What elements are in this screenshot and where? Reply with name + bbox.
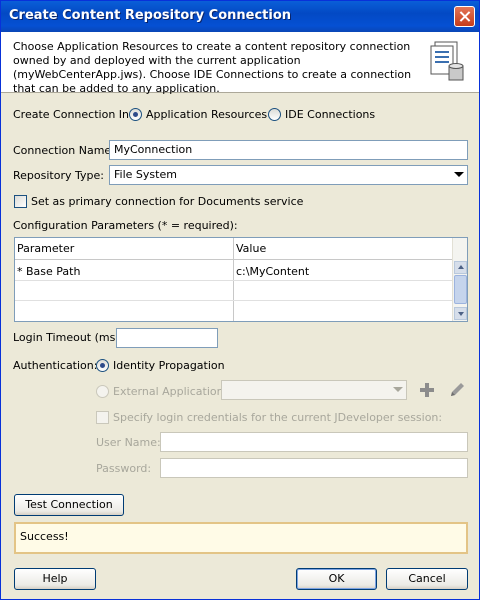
external-application-radio[interactable] (96, 385, 109, 398)
config-params-table[interactable]: Parameter Value * Base Path c:\MyContent (14, 237, 468, 322)
table-scrollbar[interactable] (452, 238, 467, 321)
scroll-up-button[interactable] (454, 261, 467, 274)
row-divider (15, 300, 453, 301)
password-label: Password: (96, 462, 152, 475)
external-application-select[interactable] (221, 380, 407, 400)
description-text: Choose Application Resources to create a… (13, 40, 412, 95)
repository-type-select[interactable]: File System (109, 165, 468, 185)
login-timeout-input[interactable] (116, 328, 218, 348)
combo-arrow-icon[interactable] (454, 172, 464, 177)
test-connection-button[interactable]: Test Connection (14, 494, 124, 516)
primary-connection-label[interactable]: Set as primary connection for Documents … (31, 195, 303, 208)
close-icon[interactable] (454, 6, 475, 27)
authentication-label: Authentication: (13, 359, 98, 372)
repository-type-value: File System (114, 168, 177, 181)
password-input[interactable] (160, 458, 468, 478)
column-header-parameter[interactable]: Parameter (17, 242, 74, 255)
plus-icon[interactable] (419, 382, 435, 398)
column-header-value[interactable]: Value (236, 242, 266, 255)
status-box: Success! (14, 522, 468, 554)
login-timeout-label: Login Timeout (ms): (13, 331, 124, 344)
user-name-label: User Name: (96, 436, 161, 449)
description-panel: Choose Application Resources to create a… (1, 32, 479, 95)
identity-propagation-label[interactable]: Identity Propagation (113, 359, 225, 372)
row-value-cell[interactable]: c:\MyContent (236, 265, 309, 278)
help-button[interactable]: Help (14, 568, 96, 590)
external-application-label: External Application: (113, 385, 228, 398)
scroll-down-button[interactable] (454, 307, 467, 320)
config-params-label: Configuration Parameters (* = required): (13, 219, 238, 232)
application-resources-label[interactable]: Application Resources (146, 108, 267, 121)
dialog-window: Create Content Repository Connection Cho… (0, 0, 480, 600)
login-credentials-label: Specify login credentials for the curren… (113, 411, 443, 424)
status-message: Success! (20, 530, 69, 543)
application-resources-radio[interactable] (129, 108, 142, 121)
primary-connection-checkbox[interactable] (14, 195, 27, 208)
title-bar[interactable]: Create Content Repository Connection (1, 1, 479, 32)
cancel-button[interactable]: Cancel (386, 568, 468, 590)
connection-name-input[interactable]: MyConnection (109, 140, 468, 160)
row-divider (15, 280, 453, 281)
user-name-input[interactable] (160, 432, 468, 452)
scroll-thumb[interactable] (454, 275, 467, 304)
repository-connection-icon (430, 41, 464, 81)
ok-button[interactable]: OK (296, 568, 377, 590)
pencil-icon[interactable] (448, 381, 466, 399)
repository-type-label: Repository Type: (13, 169, 104, 182)
create-connection-in-label: Create Connection In: (13, 108, 133, 121)
combo-arrow-icon[interactable] (393, 387, 403, 392)
window-title: Create Content Repository Connection (9, 8, 292, 23)
ide-connections-label[interactable]: IDE Connections (285, 108, 375, 121)
table-header: Parameter Value (15, 238, 453, 260)
identity-propagation-radio[interactable] (96, 359, 109, 372)
row-parameter-cell[interactable]: * Base Path (17, 265, 80, 278)
ide-connections-radio[interactable] (268, 108, 281, 121)
connection-name-label: Connection Name: (13, 144, 115, 157)
login-credentials-checkbox[interactable] (96, 411, 109, 424)
